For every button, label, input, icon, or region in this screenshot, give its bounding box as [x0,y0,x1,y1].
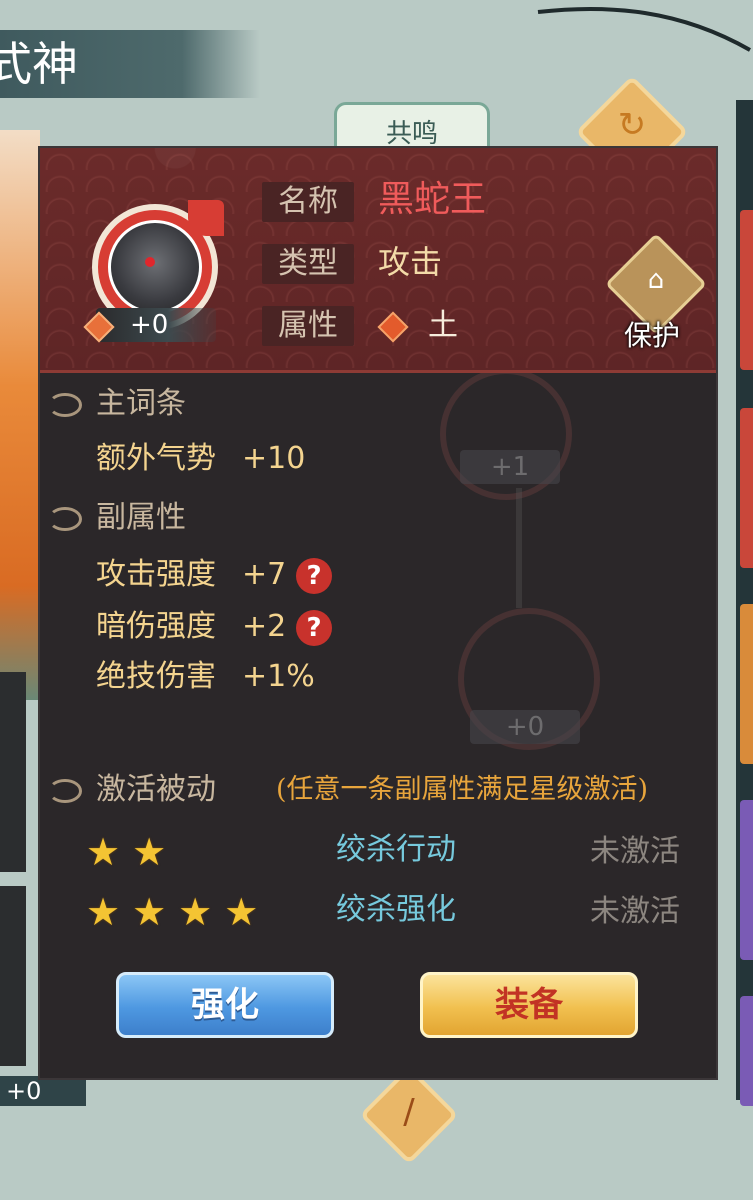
equipment-name: 黑蛇王 [378,179,487,220]
equip-button[interactable]: 装备 [420,972,638,1038]
swirl-icon [48,779,82,803]
help-icon[interactable]: ? [296,610,332,646]
pen-icon: / [403,1092,415,1133]
sub-stat: 暗伤强度 +2 [96,606,286,648]
star-icon: ★ [132,830,167,874]
brush-stroke [537,6,751,52]
star-icon: ★ [224,890,259,934]
name-label: 名称 [262,182,354,222]
side-card[interactable] [0,672,26,872]
sub-attr-heading: 副属性 [48,498,186,538]
equipment-attribute: 土 [428,308,458,343]
type-label: 类型 [262,244,354,284]
right-card[interactable] [740,604,753,764]
passive-name: 绞杀强化 [336,892,456,927]
star-rating: ★ ★ [86,832,178,872]
attribute-label: 属性 [262,306,354,346]
edit-button[interactable]: / [359,1065,459,1165]
refresh-icon: ↻ [617,104,647,145]
level-value: +0 [130,310,169,340]
passive-name: 绞杀行动 [336,832,456,867]
passive-title: 激活被动 [96,772,216,807]
right-card[interactable] [740,800,753,960]
left-level-badge: +0 [0,1076,86,1106]
stat-value: +1% [242,659,315,694]
ghost-level: +0 [470,710,580,744]
page-title: 式神 [0,30,260,98]
lock-icon: ⌂ [647,264,665,295]
ghost-level: +1 [460,450,560,484]
side-card[interactable] [0,886,26,1066]
stat-name: 攻击强度 [96,557,216,592]
stat-value: +2 [242,609,287,644]
stat-value: +10 [242,441,306,476]
swirl-icon [48,393,82,417]
sub-stat: 攻击强度 +7 [96,554,286,596]
main-stat: 额外气势 +10 [96,438,305,480]
star-icon: ★ [178,890,213,934]
equipment-detail-panel: +1 +0 +0 名称 黑蛇王 类型 攻击 属性 土 ⌂ 保护 主词条 额外气势… [38,146,718,1080]
star-icon: ★ [86,890,121,934]
star-icon: ★ [132,890,167,934]
panel-header: +0 名称 黑蛇王 类型 攻击 属性 土 ⌂ 保护 [40,148,716,373]
ghost-line [516,488,522,608]
stat-name: 额外气势 [96,441,216,476]
swirl-icon [48,507,82,531]
main-entry-title: 主词条 [96,386,186,421]
sub-stat: 绝技伤害 +1% [96,656,315,698]
right-card[interactable] [740,408,753,568]
enhance-button[interactable]: 强化 [116,972,334,1038]
stat-value: +7 [242,557,287,592]
equipment-type: 攻击 [378,243,443,281]
right-card[interactable] [740,996,753,1106]
sub-attr-title: 副属性 [96,500,186,535]
stat-name: 暗伤强度 [96,609,216,644]
right-card[interactable] [740,210,753,370]
character-portrait [0,130,40,700]
passive-status: 未激活 [590,894,680,929]
help-icon[interactable]: ? [296,558,332,594]
star-icon: ★ [86,830,121,874]
passive-heading: 激活被动 [48,770,216,810]
passive-hint: (任意一条副属性满足星级激活) [276,774,649,805]
star-rating: ★ ★ ★ ★ [86,892,270,932]
stat-name: 绝技伤害 [96,659,216,694]
passive-status: 未激活 [590,834,680,869]
main-entry-heading: 主词条 [48,384,186,424]
protect-label: 保护 [624,319,681,352]
black-snake-icon [108,220,202,314]
